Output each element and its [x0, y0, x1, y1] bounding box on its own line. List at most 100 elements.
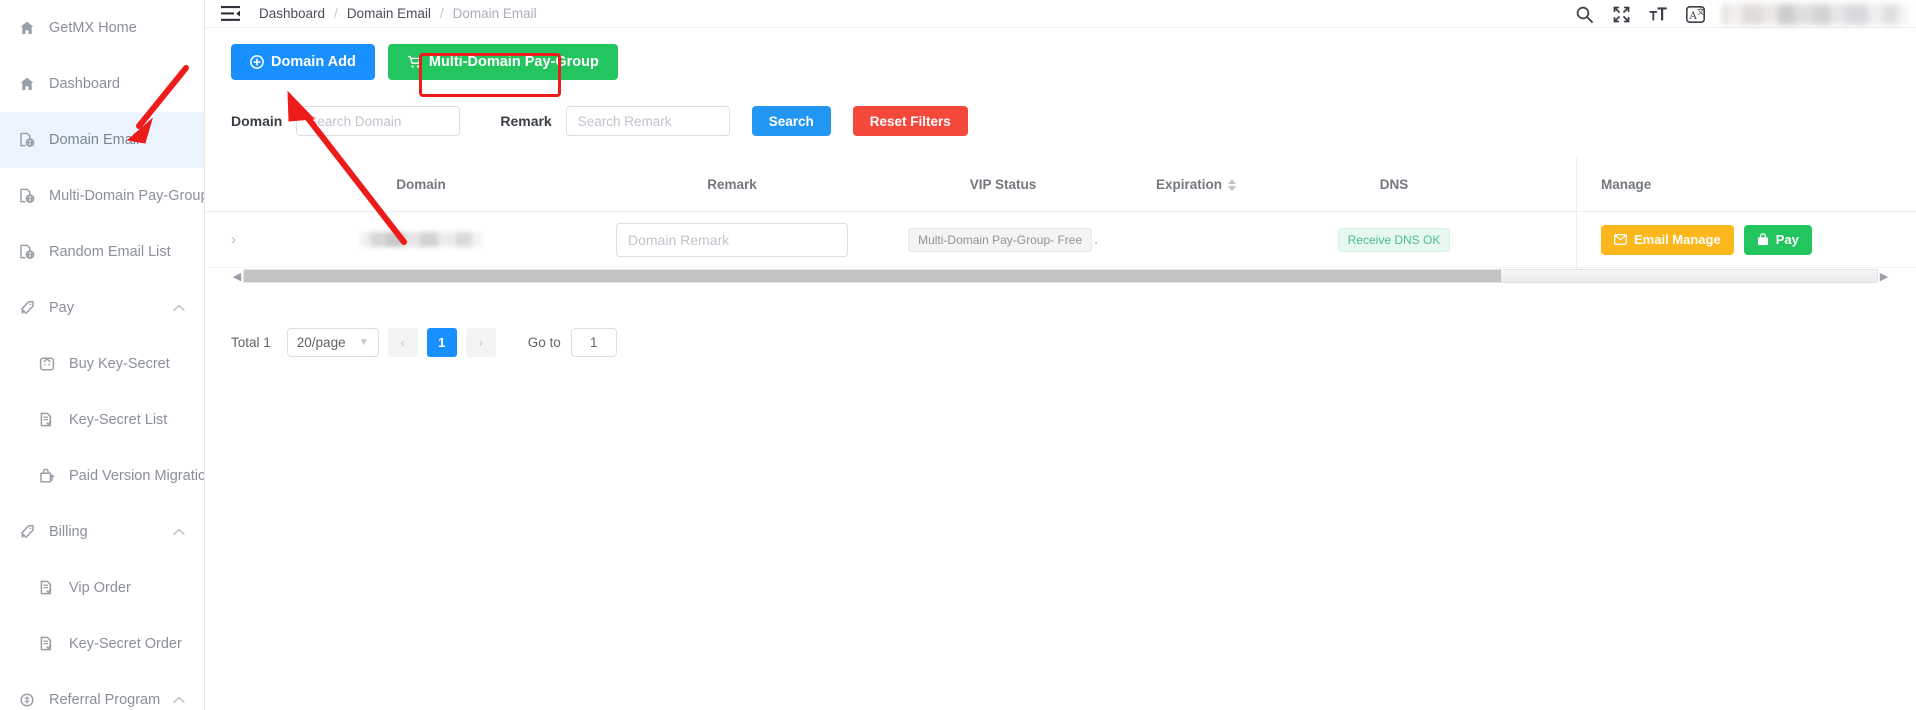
sidebar-item-label: Referral Program [49, 692, 161, 708]
remark-search-input[interactable] [565, 106, 730, 136]
pay-button[interactable]: Pay [1743, 224, 1812, 255]
pagination-goto-label: Go to [527, 335, 561, 350]
cell-dns: Receive DNS OK [1283, 227, 1505, 252]
breadcrumb-item-current: Domain Email [452, 6, 537, 21]
cart-icon [407, 55, 422, 69]
chevron-up-icon[interactable] [168, 304, 190, 312]
reset-filters-button[interactable]: Reset Filters [852, 106, 968, 136]
breadcrumb: Dashboard / Domain Email / Domain Email [259, 6, 537, 21]
chevron-right-icon[interactable]: › [231, 231, 236, 248]
pagination-page-1[interactable]: 1 [426, 328, 457, 357]
sidebar-item-referral-program[interactable]: Referral Program [0, 672, 204, 710]
search-button[interactable]: Search [751, 106, 831, 136]
sidebar-item-label: Dashboard [49, 76, 120, 92]
domain-value-redacted [360, 232, 482, 247]
sidebar-item-domain-email[interactable]: Domain Email [0, 112, 204, 168]
fullscreen-icon[interactable] [1611, 4, 1631, 24]
email-manage-label: Email Manage [1634, 232, 1721, 247]
domain-remark-input[interactable] [616, 222, 848, 257]
scrollbar-track[interactable] [243, 269, 1878, 283]
multi-domain-pay-group-button[interactable]: Multi-Domain Pay-Group [387, 44, 618, 80]
font-size-icon[interactable] [1648, 4, 1668, 24]
page-size-select[interactable]: 20/page ▼ [286, 328, 379, 357]
sidebar-item-dashboard[interactable]: Dashboard [0, 56, 204, 112]
upload-bag-icon [38, 468, 55, 485]
sidebar-item-billing[interactable]: Billing [0, 504, 204, 560]
topbar: Dashboard / Domain Email / Domain Email [205, 0, 1916, 28]
domain-mail-icon [18, 188, 35, 205]
topbar-actions: A 文 [1574, 0, 1916, 28]
tag-icon [18, 524, 35, 541]
sidebar-item-label: Key-Secret Order [69, 636, 182, 652]
breadcrumb-item-domain-email[interactable]: Domain Email [347, 6, 431, 21]
sidebar-item-key-secret-order[interactable]: Key-Secret Order [0, 616, 204, 672]
tag-icon [18, 300, 35, 317]
th-manage: Manage [1577, 158, 1916, 212]
doc-check-icon [38, 636, 55, 653]
sidebar-item-random-email-list[interactable]: Random Email List [0, 224, 204, 280]
pagination-prev-button[interactable]: ‹ [387, 328, 418, 357]
th-expiration[interactable]: Expiration [1109, 177, 1283, 192]
translate-icon[interactable]: A 文 [1685, 4, 1705, 24]
sidebar-item-pay[interactable]: Pay [0, 280, 204, 336]
sidebar-item-paid-version-migration[interactable]: Paid Version Migration [0, 448, 204, 504]
sidebar-item-buy-key-secret[interactable]: Buy Key-Secret [0, 336, 204, 392]
sidebar-item-label: Domain Email [49, 132, 140, 148]
app-root: GetMX Home Dashboard Domain Email Multi-Dom… [0, 0, 1916, 710]
cell-domain [275, 232, 567, 247]
scrollbar-thumb[interactable] [244, 270, 1502, 282]
scroll-left-icon[interactable]: ◀ [231, 270, 243, 283]
pagination-goto-input[interactable] [570, 328, 617, 357]
lock-bag-icon [1757, 233, 1769, 246]
th-expiration-label: Expiration [1155, 177, 1222, 192]
page-size-value: 20/page [296, 335, 346, 350]
pay-label: Pay [1775, 232, 1799, 247]
domain-filter-label: Domain [231, 113, 283, 129]
main-area: Dashboard / Domain Email / Domain Email [205, 0, 1916, 710]
doc-check-icon [38, 580, 55, 597]
multi-domain-pay-group-label: Multi-Domain Pay-Group [428, 54, 599, 70]
chevron-up-icon[interactable] [168, 696, 190, 704]
vip-status-suffix: . [1094, 232, 1098, 247]
breadcrumb-separator: / [439, 6, 444, 21]
domain-add-button[interactable]: Domain Add [231, 44, 375, 80]
remark-filter-label: Remark [500, 113, 552, 129]
th-domain: Domain [396, 177, 446, 192]
scroll-right-icon[interactable]: ▶ [1878, 270, 1890, 283]
cell-vip-status: Multi-Domain Pay-Group- Free . [897, 227, 1109, 252]
email-manage-button[interactable]: Email Manage [1601, 224, 1734, 255]
pagination-total: Total 1 [231, 335, 271, 350]
th-remark: Remark [707, 177, 757, 192]
breadcrumb-item-dashboard[interactable]: Dashboard [259, 6, 325, 21]
bag-icon [38, 356, 55, 373]
th-vip-status: VIP Status [969, 177, 1037, 192]
row-expand-toggle[interactable]: › [231, 231, 275, 248]
sidebar-item-getmx-home[interactable]: GetMX Home [0, 0, 204, 56]
domain-search-input[interactable] [296, 106, 461, 136]
envelope-icon [1614, 234, 1627, 245]
sidebar-item-label: Pay [49, 300, 74, 316]
sidebar-item-key-secret-list[interactable]: Key-Secret List [0, 392, 204, 448]
search-icon[interactable] [1574, 4, 1594, 24]
sidebar-item-label: Billing [49, 524, 88, 540]
content-area: Domain Add Multi-Domain Pay-Group Domain… [205, 28, 1916, 710]
sidebar-item-label: Multi-Domain Pay-Group [49, 188, 204, 204]
doc-check-icon [38, 412, 55, 429]
breadcrumb-separator: / [334, 6, 338, 21]
action-bar: Domain Add Multi-Domain Pay-Group [205, 28, 1916, 80]
home-icon [18, 20, 35, 37]
pagination-next-button[interactable]: › [465, 328, 496, 357]
sidebar-item-label: Key-Secret List [69, 412, 168, 428]
sort-arrows-icon[interactable] [1228, 178, 1236, 191]
chevron-up-icon[interactable] [168, 528, 190, 536]
user-account-name[interactable] [1722, 3, 1908, 25]
hamburger-collapse-icon[interactable] [219, 6, 241, 22]
cell-remark [567, 222, 897, 257]
table-horizontal-scrollbar[interactable]: ◀ ▶ [231, 268, 1890, 284]
svg-text:文: 文 [1697, 6, 1705, 16]
sidebar-item-multi-domain-pay-group[interactable]: Multi-Domain Pay-Group [0, 168, 204, 224]
sidebar-item-label: Paid Version Migration [69, 468, 204, 484]
sidebar-item-vip-order[interactable]: Vip Order [0, 560, 204, 616]
manage-column: Manage Email Manage Pay [1576, 158, 1916, 268]
sidebar-item-label: Buy Key-Secret [69, 356, 170, 372]
